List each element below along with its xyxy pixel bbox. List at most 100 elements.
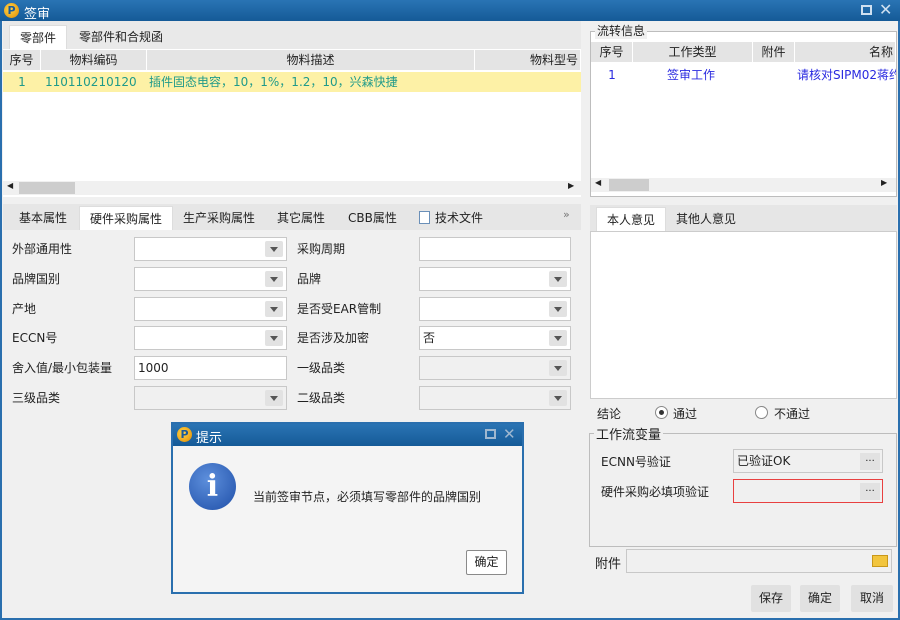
- radio-reject-label[interactable]: 不通过: [774, 405, 810, 422]
- chevron-down-icon[interactable]: [265, 330, 283, 347]
- cancel-button[interactable]: 取消: [851, 585, 893, 612]
- field-dropdown[interactable]: [134, 296, 287, 321]
- tab-parts-compliance[interactable]: 零部件和合规函: [69, 25, 173, 49]
- hw-required-field[interactable]: ...: [733, 479, 883, 503]
- tab-other[interactable]: 其它属性: [267, 206, 335, 230]
- scroll-left-icon[interactable]: ◀: [7, 181, 13, 190]
- app-logo-icon: P: [177, 427, 192, 442]
- cell-name: 请核对SIPM02蒋约: [797, 68, 896, 82]
- col-attachment[interactable]: 附件: [753, 42, 795, 62]
- maximize-icon[interactable]: [485, 429, 496, 439]
- tab-tech-docs[interactable]: 技术文件: [429, 206, 493, 230]
- field-label: 一级品类: [297, 361, 346, 376]
- col-code[interactable]: 物料编码: [41, 50, 147, 70]
- field-label: 品牌: [297, 271, 322, 286]
- parts-table: 序号 物料编码 物料描述 物料型号 1 110110210120 插件固态电容，…: [3, 49, 581, 197]
- ecnn-field[interactable]: 已验证OK...: [733, 449, 883, 473]
- horizontal-scrollbar[interactable]: ◀ ▶: [591, 178, 896, 192]
- chevron-down-icon[interactable]: [265, 300, 283, 317]
- attr-tabbar: 基本属性 硬件采购属性 生产采购属性 其它属性 CBB属性 技术文件 »: [3, 204, 581, 230]
- col-work-type[interactable]: 工作类型: [633, 42, 753, 62]
- scroll-right-icon[interactable]: ▶: [881, 178, 887, 187]
- table-header: 序号 物料编码 物料描述 物料型号: [3, 50, 581, 70]
- field-dropdown[interactable]: [134, 326, 287, 351]
- table-row[interactable]: 1 签审工作 请核对SIPM02蒋约: [591, 65, 896, 85]
- dialog-title-bar: P 提示 ✕: [173, 424, 522, 446]
- field-dropdown[interactable]: [419, 386, 571, 410]
- radio-pass[interactable]: [655, 406, 668, 419]
- field-label: 是否受EAR管制: [297, 301, 382, 316]
- close-icon[interactable]: ✕: [879, 0, 892, 19]
- chevron-down-icon[interactable]: [265, 270, 283, 287]
- col-desc[interactable]: 物料描述: [147, 50, 475, 70]
- flow-info-group: 流转信息 序号 工作类型 附件 名称 1 签审工作 请核对SIPM02蒋约 ◀ …: [590, 22, 897, 197]
- col-name[interactable]: 名称: [795, 42, 896, 62]
- cell-desc: 插件固态电容，10，1%，1.2，10，兴森快捷: [149, 75, 398, 89]
- tab-my-opinion[interactable]: 本人意见: [596, 207, 667, 231]
- col-model[interactable]: 物料型号: [475, 50, 581, 70]
- opinion-textarea[interactable]: [590, 231, 897, 399]
- field-dropdown[interactable]: [419, 266, 571, 291]
- cell-index: 1: [608, 68, 616, 82]
- horizontal-scrollbar[interactable]: ◀ ▶: [3, 181, 581, 195]
- field-label: 是否涉及加密: [297, 331, 370, 346]
- chevron-down-icon[interactable]: [265, 241, 283, 257]
- scroll-thumb[interactable]: [609, 179, 649, 191]
- tab-cbb[interactable]: CBB属性: [338, 206, 407, 230]
- field-input[interactable]: [419, 237, 571, 261]
- chevron-down-icon[interactable]: [549, 360, 567, 377]
- field-label: 采购周期: [297, 242, 346, 256]
- maximize-icon[interactable]: [861, 5, 872, 15]
- workflow-vars-group: 工作流变量 ECNN号验证 已验证OK... 硬件采购必填项验证 ...: [589, 424, 897, 547]
- scroll-left-icon[interactable]: ◀: [595, 178, 601, 187]
- chevron-down-icon[interactable]: [549, 330, 567, 347]
- title-bar: P 签审 ✕: [0, 0, 900, 22]
- chevron-down-icon[interactable]: [549, 300, 567, 317]
- field-input[interactable]: 1000: [134, 356, 287, 381]
- table-row[interactable]: 1 110110210120 插件固态电容，10，1%，1.2，10，兴森快捷: [3, 72, 581, 92]
- tab-prod-purchase[interactable]: 生产采购属性: [173, 206, 265, 230]
- dialog-title: 提示: [196, 431, 223, 446]
- dialog-ok-button[interactable]: 确定: [466, 550, 507, 575]
- field-label: 二级品类: [297, 391, 346, 405]
- chevron-down-icon[interactable]: [265, 390, 283, 406]
- workflow-vars-title: 工作流变量: [594, 424, 664, 443]
- field-dropdown[interactable]: 否: [419, 326, 571, 351]
- confirm-button[interactable]: 确定: [800, 585, 840, 612]
- tab-others-opinion[interactable]: 其他人意见: [666, 207, 746, 231]
- ecnn-value: 已验证OK: [737, 454, 791, 468]
- close-icon[interactable]: ✕: [503, 425, 516, 443]
- field-label: 三级品类: [12, 391, 61, 405]
- tab-parts[interactable]: 零部件: [9, 25, 68, 49]
- ecnn-browse-button[interactable]: ...: [860, 453, 880, 470]
- field-label: 产地: [12, 301, 37, 316]
- field-dropdown[interactable]: [419, 296, 571, 321]
- field-value: 1000: [138, 361, 169, 376]
- scroll-right-icon[interactable]: ▶: [568, 181, 574, 190]
- field-value: 否: [423, 331, 436, 346]
- info-icon: i: [189, 463, 236, 510]
- field-label: 品牌国别: [12, 271, 61, 286]
- field-dropdown[interactable]: [419, 356, 571, 381]
- dialog-message: 当前签审节点，必须填写零部件的品牌国别: [253, 490, 482, 504]
- folder-icon[interactable]: [872, 555, 888, 567]
- scroll-thumb[interactable]: [19, 182, 75, 194]
- chevron-down-icon[interactable]: [549, 270, 567, 287]
- radio-reject[interactable]: [755, 406, 768, 419]
- col-index[interactable]: 序号: [591, 42, 633, 62]
- chevron-down-icon[interactable]: [549, 390, 567, 406]
- hw-required-label: 硬件采购必填项验证: [601, 485, 710, 499]
- tab-basic[interactable]: 基本属性: [9, 206, 77, 230]
- hw-required-browse-button[interactable]: ...: [860, 483, 880, 500]
- save-button[interactable]: 保存: [751, 585, 791, 612]
- field-dropdown[interactable]: [134, 237, 287, 261]
- radio-pass-label[interactable]: 通过: [673, 405, 697, 422]
- attachment-label: 附件: [595, 557, 622, 572]
- field-dropdown[interactable]: [134, 386, 287, 410]
- col-index[interactable]: 序号: [3, 50, 41, 70]
- chevron-double-down-icon[interactable]: »: [563, 208, 570, 221]
- field-dropdown[interactable]: [134, 266, 287, 291]
- attachment-field[interactable]: [626, 549, 892, 573]
- top-tabbar: 零部件 零部件和合规函: [3, 21, 581, 49]
- tab-hw-purchase[interactable]: 硬件采购属性: [79, 206, 174, 230]
